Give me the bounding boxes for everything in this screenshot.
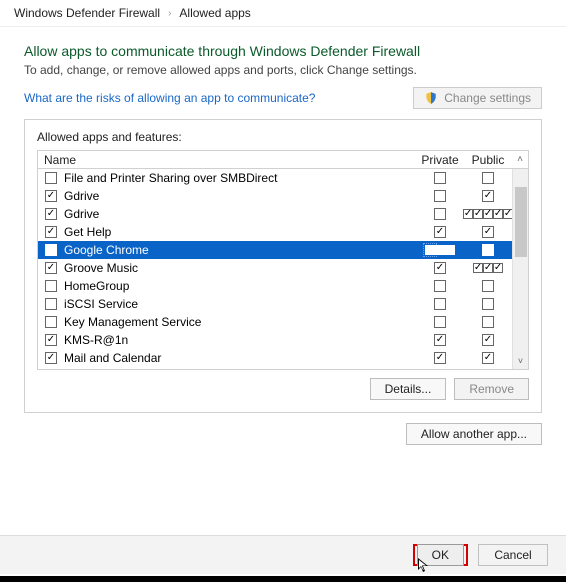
row-public-checkbox[interactable] — [464, 209, 512, 219]
table-row[interactable]: Get Help — [38, 223, 512, 241]
shield-icon — [424, 91, 438, 105]
allowed-apps-panel: Allowed apps and features: Name Private … — [24, 119, 542, 413]
bottom-border — [0, 576, 566, 582]
scroll-down-icon[interactable]: ˅ — [513, 353, 528, 369]
row-name: File and Printer Sharing over SMBDirect — [62, 171, 416, 185]
row-name: Key Management Service — [62, 315, 416, 329]
page-title: Allow apps to communicate through Window… — [24, 43, 542, 59]
table-row[interactable]: File and Printer Sharing over SMBDirect — [38, 169, 512, 187]
row-public-checkbox[interactable] — [464, 316, 512, 328]
row-public-checkbox[interactable] — [464, 226, 512, 238]
scrollbar-thumb[interactable] — [515, 187, 527, 257]
row-enabled-checkbox[interactable] — [44, 243, 58, 257]
risks-link[interactable]: What are the risks of allowing an app to… — [24, 91, 315, 105]
row-public-checkbox[interactable] — [464, 190, 512, 202]
breadcrumb-root[interactable]: Windows Defender Firewall — [14, 6, 160, 20]
row-public-checkbox[interactable] — [464, 334, 512, 346]
remove-button: Remove — [454, 378, 529, 400]
change-settings-button: Change settings — [413, 87, 542, 109]
panel-caption: Allowed apps and features: — [37, 130, 529, 144]
row-name: Google Chrome — [62, 243, 416, 257]
table-row[interactable]: KMS-R@1n — [38, 331, 512, 349]
apps-grid: Name Private Public ˄ File and Printer S… — [37, 150, 529, 370]
dialog-footer: OK Cancel — [0, 535, 566, 574]
vertical-scrollbar[interactable]: ˅ — [512, 169, 528, 369]
col-private[interactable]: Private — [416, 153, 464, 167]
ok-highlight: OK — [413, 544, 468, 566]
row-name: iSCSI Service — [62, 297, 416, 311]
change-settings-label: Change settings — [444, 91, 531, 105]
row-private-checkbox[interactable] — [416, 172, 464, 184]
table-row[interactable]: Gdrive — [38, 187, 512, 205]
row-public-checkbox[interactable] — [464, 172, 512, 184]
cancel-button[interactable]: Cancel — [478, 544, 548, 566]
row-public-checkbox[interactable] — [464, 263, 512, 273]
row-enabled-checkbox[interactable] — [44, 333, 58, 347]
table-row[interactable]: Gdrive — [38, 205, 512, 223]
table-row[interactable]: HomeGroup — [38, 277, 512, 295]
row-enabled-checkbox[interactable] — [44, 297, 58, 311]
row-name: Get Help — [62, 225, 416, 239]
row-enabled-checkbox[interactable] — [44, 261, 58, 275]
table-row[interactable]: iSCSI Service — [38, 295, 512, 313]
row-enabled-checkbox[interactable] — [44, 315, 58, 329]
scroll-up-icon[interactable]: ˄ — [512, 154, 528, 165]
chevron-right-icon: › — [168, 8, 171, 19]
row-private-checkbox[interactable] — [416, 334, 464, 346]
table-row[interactable]: Key Management Service — [38, 313, 512, 331]
row-name: Gdrive — [62, 207, 416, 221]
row-name: KMS-R@1n — [62, 333, 416, 347]
row-enabled-checkbox[interactable] — [44, 207, 58, 221]
grid-header: Name Private Public ˄ — [38, 151, 528, 169]
details-button[interactable]: Details... — [370, 378, 447, 400]
row-name: HomeGroup — [62, 279, 416, 293]
table-row[interactable]: Google Chrome — [38, 241, 512, 259]
table-row[interactable]: mDNS — [38, 367, 512, 369]
col-public[interactable]: Public — [464, 153, 512, 167]
row-private-checkbox[interactable] — [416, 298, 464, 310]
row-private-checkbox[interactable] — [416, 245, 464, 255]
table-row[interactable]: Groove Music — [38, 259, 512, 277]
row-public-checkbox[interactable] — [464, 298, 512, 310]
breadcrumb: Windows Defender Firewall › Allowed apps — [0, 0, 566, 27]
row-public-checkbox[interactable] — [464, 244, 512, 256]
row-private-checkbox[interactable] — [416, 208, 464, 220]
col-name[interactable]: Name — [44, 153, 416, 167]
row-private-checkbox[interactable] — [416, 190, 464, 202]
row-enabled-checkbox[interactable] — [44, 189, 58, 203]
row-public-checkbox[interactable] — [464, 280, 512, 292]
row-enabled-checkbox[interactable] — [44, 171, 58, 185]
breadcrumb-current: Allowed apps — [179, 6, 250, 20]
allow-another-app-button[interactable]: Allow another app... — [406, 423, 542, 445]
row-private-checkbox[interactable] — [416, 280, 464, 292]
row-name: Mail and Calendar — [62, 351, 416, 365]
page-subtitle: To add, change, or remove allowed apps a… — [24, 63, 542, 77]
row-private-checkbox[interactable] — [416, 352, 464, 364]
row-enabled-checkbox[interactable] — [44, 225, 58, 239]
row-private-checkbox[interactable] — [416, 262, 464, 274]
row-public-checkbox[interactable] — [464, 352, 512, 364]
row-name: Groove Music — [62, 261, 416, 275]
row-private-checkbox[interactable] — [416, 316, 464, 328]
row-name: Gdrive — [62, 189, 416, 203]
row-private-checkbox[interactable] — [416, 226, 464, 238]
ok-button[interactable]: OK — [417, 544, 464, 566]
table-row[interactable]: Mail and Calendar — [38, 349, 512, 367]
row-enabled-checkbox[interactable] — [44, 351, 58, 365]
row-enabled-checkbox[interactable] — [44, 279, 58, 293]
